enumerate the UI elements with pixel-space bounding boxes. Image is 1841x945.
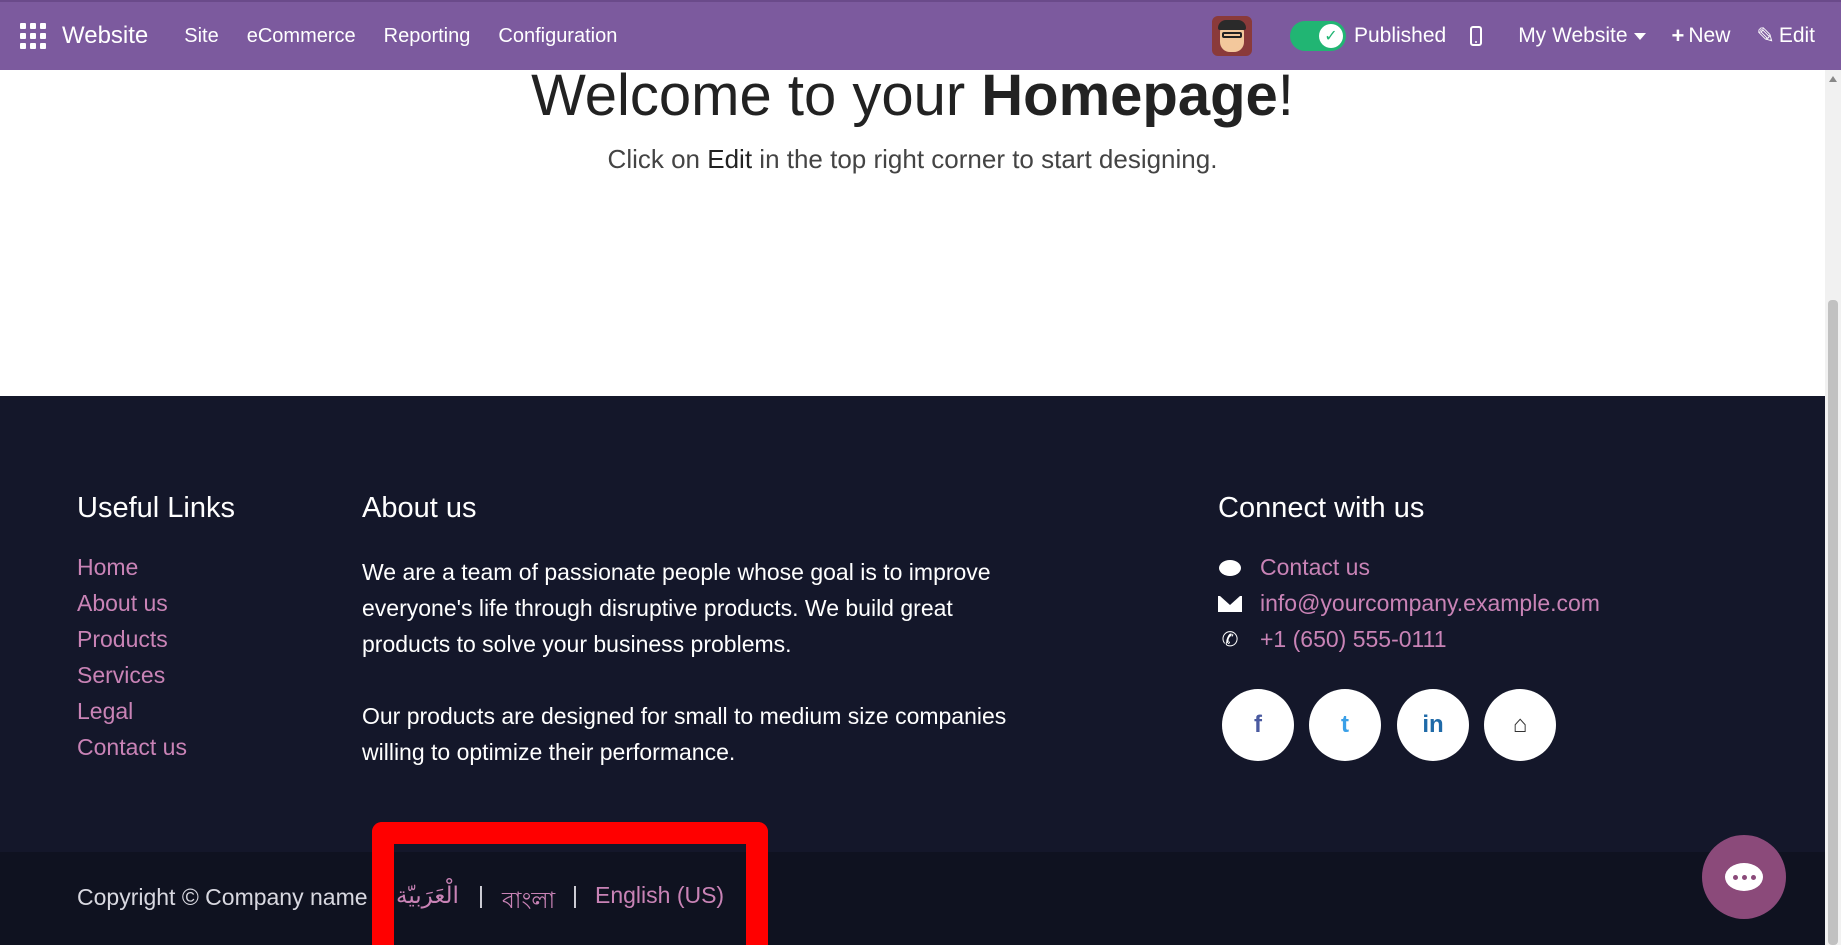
about-paragraph: Our products are designed for small to m… <box>362 703 1007 765</box>
scrollbar-thumb[interactable] <box>1828 300 1838 945</box>
website-selector[interactable]: My Website <box>1518 24 1646 48</box>
mobile-preview-icon[interactable] <box>1470 26 1483 46</box>
website-selector-label: My Website <box>1518 24 1628 47</box>
published-label[interactable]: Published <box>1354 24 1446 48</box>
useful-links-title: Useful Links <box>77 492 235 524</box>
phone-row[interactable]: ✆ +1 (650) 555-0111 <box>1218 626 1447 653</box>
chat-icon <box>1725 863 1763 891</box>
comment-icon <box>1218 556 1242 580</box>
homepage-hero: Welcome to your Homepage! Click on Edit … <box>0 63 1825 396</box>
top-navbar: Website Site eCommerce Reporting Configu… <box>0 0 1841 70</box>
menu-site[interactable]: Site <box>184 25 218 48</box>
copyright-text: Copyright © Company name <box>77 884 368 910</box>
navbar-right-actions: ✓ Published My Website + New ✎ Edit <box>1211 2 1841 70</box>
hero-subtitle: Click on Edit in the top right corner to… <box>607 144 1218 174</box>
site-footer: Useful Links Home About us Products Serv… <box>0 396 1825 852</box>
footer-link-services[interactable]: Services <box>77 662 165 689</box>
linkedin-icon[interactable]: in <box>1397 689 1469 761</box>
plus-icon: + <box>1671 23 1685 48</box>
twitter-icon[interactable]: t <box>1309 689 1381 761</box>
contact-us-row[interactable]: Contact us <box>1218 554 1370 581</box>
connect-title: Connect with us <box>1218 492 1425 524</box>
menu-reporting[interactable]: Reporting <box>384 25 471 48</box>
home-icon[interactable]: ⌂ <box>1484 689 1556 761</box>
footer-link-contact[interactable]: Contact us <box>77 734 187 761</box>
footer-link-legal[interactable]: Legal <box>77 698 133 725</box>
new-label: New <box>1688 24 1731 47</box>
phone-link[interactable]: +1 (650) 555-0111 <box>1260 626 1446 653</box>
scroll-up-arrow-icon[interactable] <box>1829 76 1837 82</box>
footer-link-about[interactable]: About us <box>77 590 168 617</box>
highlight-annotation <box>372 822 768 945</box>
page-scrollbar[interactable] <box>1825 70 1841 945</box>
new-button[interactable]: + New <box>1672 23 1731 49</box>
menu-configuration[interactable]: Configuration <box>498 25 617 48</box>
about-paragraph: We are a team of passionate people whose… <box>362 559 991 657</box>
email-row[interactable]: info@yourcompany.example.com <box>1218 590 1600 617</box>
contact-us-link[interactable]: Contact us <box>1260 554 1370 581</box>
hero-title: Welcome to your Homepage! <box>531 63 1294 128</box>
email-link[interactable]: info@yourcompany.example.com <box>1260 590 1600 617</box>
menu-ecommerce[interactable]: eCommerce <box>247 25 356 48</box>
footer-link-home[interactable]: Home <box>77 554 138 581</box>
user-avatar[interactable] <box>1211 16 1252 56</box>
apps-menu-icon[interactable] <box>20 23 46 49</box>
footer-link-products[interactable]: Products <box>77 626 168 653</box>
about-us-text: We are a team of passionate people whose… <box>362 554 1042 770</box>
edit-button[interactable]: ✎ Edit <box>1756 23 1815 49</box>
app-brand[interactable]: Website <box>62 22 148 50</box>
about-us-title: About us <box>362 492 477 524</box>
phone-icon: ✆ <box>1221 629 1239 651</box>
copyright-bar: Copyright © Company name الْعَرَبيّة | ব… <box>0 852 1825 945</box>
caret-down-icon <box>1633 32 1646 40</box>
check-icon: ✓ <box>1318 24 1343 48</box>
livechat-button[interactable] <box>1702 835 1786 919</box>
pencil-icon: ✎ <box>1756 23 1775 48</box>
published-toggle[interactable]: ✓ <box>1289 21 1346 51</box>
facebook-icon[interactable]: f <box>1222 689 1294 761</box>
edit-label: Edit <box>1778 24 1815 47</box>
envelope-icon <box>1218 592 1242 616</box>
